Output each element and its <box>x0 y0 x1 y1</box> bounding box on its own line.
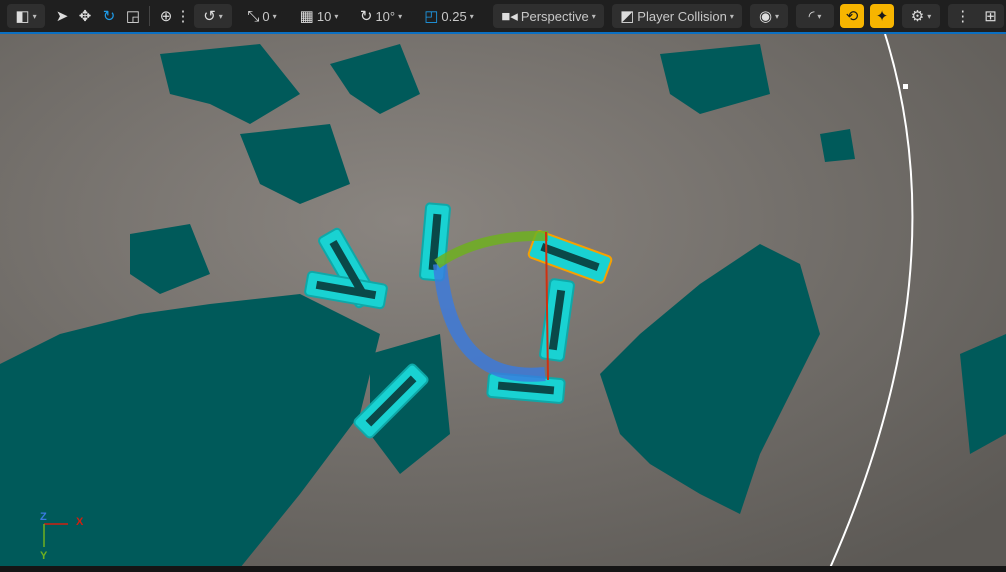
surface-snap-icon: ↺ <box>203 8 216 25</box>
translate-tool-button[interactable]: ✥ <box>75 4 95 28</box>
chevron-down-icon: ▾ <box>272 11 277 21</box>
kebab-icon: ⋮ <box>955 8 971 25</box>
select-tool-button[interactable]: ➤ <box>53 4 71 28</box>
kebab-icon: ⋮ <box>175 8 191 25</box>
rotation-snap-value: 10° <box>375 8 396 24</box>
more-options-button[interactable]: ⋮ <box>175 4 191 28</box>
game-view-icon: ⟲ <box>845 8 859 25</box>
globe-icon: ⊕ <box>159 8 173 25</box>
chevron-down-icon: ▾ <box>817 11 822 21</box>
scale-snap-dropdown[interactable]: ◰ 0.25 ▾ <box>418 4 480 28</box>
scene <box>0 34 1006 566</box>
axis-x-label: X <box>76 516 84 528</box>
gear-icon: ⚙ <box>910 8 925 25</box>
scale-snap-value: 0.25 <box>441 8 467 24</box>
chevron-down-icon: ▾ <box>469 11 474 21</box>
speed-icon: ◜ <box>808 8 815 25</box>
bound-handle[interactable] <box>903 84 908 89</box>
viewport-options-button[interactable]: ⋮ ⊞ <box>948 4 1004 28</box>
game-view-toggle[interactable]: ⟲ <box>840 4 864 28</box>
scale-tool-button[interactable]: ◲ <box>123 4 143 28</box>
rotate-tool-button[interactable]: ↻ <box>99 4 119 28</box>
view-lit-mode-label: Player Collision <box>637 8 727 24</box>
scale-icon: ◲ <box>125 8 141 25</box>
select-mode-icon: ◧ <box>15 8 30 25</box>
axis-y-label: Y <box>40 550 48 562</box>
rotate-icon: ↻ <box>102 8 116 25</box>
grid-icon: ▦ <box>299 8 314 25</box>
coordinate-space-button[interactable]: ⊕ <box>155 4 177 28</box>
view-lit-mode-dropdown[interactable]: ◩ Player Collision ▾ <box>612 4 742 28</box>
scale-snap-icon: ◰ <box>424 8 439 25</box>
surface-snap-dropdown[interactable]: ↺ ▾ <box>194 4 232 28</box>
grid-snap-value: 10 <box>316 8 332 24</box>
grid-snap-dropdown[interactable]: ▦ 10 ▾ <box>294 4 344 28</box>
show-dropdown[interactable]: ◉ ▾ <box>750 4 788 28</box>
translate-snap-dropdown[interactable]: ⤡ 0 ▾ <box>240 4 284 28</box>
viewport-layout-icon: ⊞ <box>984 8 997 25</box>
chevron-down-icon: ▾ <box>32 11 37 21</box>
chevron-down-icon: ▾ <box>775 11 780 21</box>
select-arrow-icon: ➤ <box>55 8 69 25</box>
chevron-down-icon: ▾ <box>398 11 403 21</box>
sparkle-icon: ✦ <box>875 8 889 25</box>
translate-snap-value: 0 <box>262 8 270 24</box>
chevron-down-icon: ▾ <box>591 11 596 21</box>
view-mode-label: Perspective <box>520 8 589 24</box>
immersive-toggle[interactable]: ✦ <box>870 4 894 28</box>
viewport-bottom-border <box>0 566 1006 572</box>
chevron-down-icon: ▾ <box>927 11 932 21</box>
eye-icon: ◉ <box>758 8 773 25</box>
chevron-down-icon: ▾ <box>729 11 734 21</box>
translate-icon: ✥ <box>78 8 92 25</box>
realtime-dropdown[interactable]: ◜ ▾ <box>796 4 834 28</box>
chevron-down-icon: ▾ <box>218 11 223 21</box>
camera-icon: ■◂ <box>501 8 518 25</box>
divider <box>149 6 150 26</box>
axis-z-label: Z <box>40 511 47 523</box>
settings-dropdown[interactable]: ⚙ ▾ <box>902 4 940 28</box>
translate-snap-icon: ⤡ <box>247 7 260 25</box>
rotation-snap-dropdown[interactable]: ↻ 10° ▾ <box>352 4 410 28</box>
level-viewport[interactable]: Z X Y <box>0 32 1006 566</box>
select-mode-dropdown[interactable]: ◧ ▾ <box>7 4 45 28</box>
rotation-snap-icon: ↻ <box>359 8 373 25</box>
chevron-down-icon: ▾ <box>334 11 339 21</box>
view-mode-dropdown[interactable]: ■◂ Perspective ▾ <box>493 4 604 28</box>
viewport-toolbar: ◧ ▾ ➤ ✥ ↻ ◲ ⊕ ⋮ ↺ ▾ ⤡ 0 ▾ ▦ 10 ▾ ↻ 10° ▾ ◰ 0.25 ▾ … <box>0 0 1006 32</box>
view-mode-icon: ◩ <box>620 8 635 25</box>
